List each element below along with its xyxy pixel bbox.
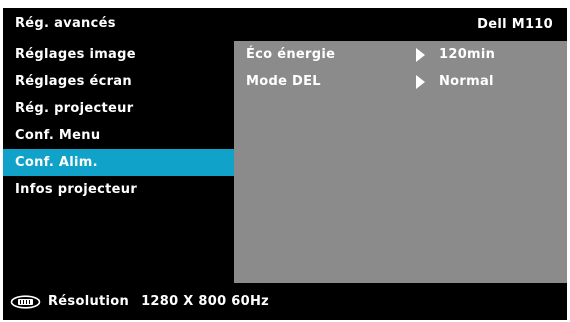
setting-name: Mode DEL [246, 74, 321, 89]
main-menu-list: Réglages image Réglages écran Rég. proje… [3, 41, 234, 283]
menu-title: Rég. avancés [15, 16, 116, 31]
resolution-readout: Résolution 1280 X 800 60Hz [48, 294, 269, 309]
menu-item-label: Infos projecteur [15, 182, 138, 197]
menu-item-label: Conf. Menu [15, 128, 101, 143]
menu-item-reglages-image[interactable]: Réglages image [3, 41, 234, 68]
arrow-right-icon [416, 48, 425, 62]
input-source-icon [10, 295, 41, 309]
setting-eco-energie[interactable]: Éco énergie 120min [234, 41, 567, 68]
status-bar: Résolution 1280 X 800 60Hz [3, 283, 567, 320]
submenu-panel: Éco énergie 120min Mode DEL Normal [234, 41, 567, 283]
osd-menu-window: Rég. avancés Dell M110 Réglages image Ré… [3, 8, 567, 320]
menu-item-reglages-ecran[interactable]: Réglages écran [3, 68, 234, 95]
setting-value: Normal [439, 74, 494, 89]
menu-item-conf-menu[interactable]: Conf. Menu [3, 122, 234, 149]
menu-item-infos-projecteur[interactable]: Infos projecteur [3, 176, 234, 203]
menu-item-label: Réglages écran [15, 74, 132, 89]
title-bar: Rég. avancés Dell M110 [3, 8, 567, 41]
resolution-label: Résolution [48, 294, 130, 309]
menu-item-label: Conf. Alim. [15, 155, 98, 170]
arrow-right-icon [416, 75, 425, 89]
projector-model: Dell M110 [477, 17, 553, 32]
menu-item-conf-alim[interactable]: Conf. Alim. [3, 149, 234, 176]
menu-item-label: Réglages image [15, 47, 136, 62]
menu-item-reg-projecteur[interactable]: Rég. projecteur [3, 95, 234, 122]
setting-name: Éco énergie [246, 47, 336, 62]
setting-value: 120min [439, 47, 496, 62]
setting-mode-del[interactable]: Mode DEL Normal [234, 68, 567, 95]
menu-item-label: Rég. projecteur [15, 101, 134, 116]
resolution-value: 1280 X 800 60Hz [141, 294, 270, 309]
